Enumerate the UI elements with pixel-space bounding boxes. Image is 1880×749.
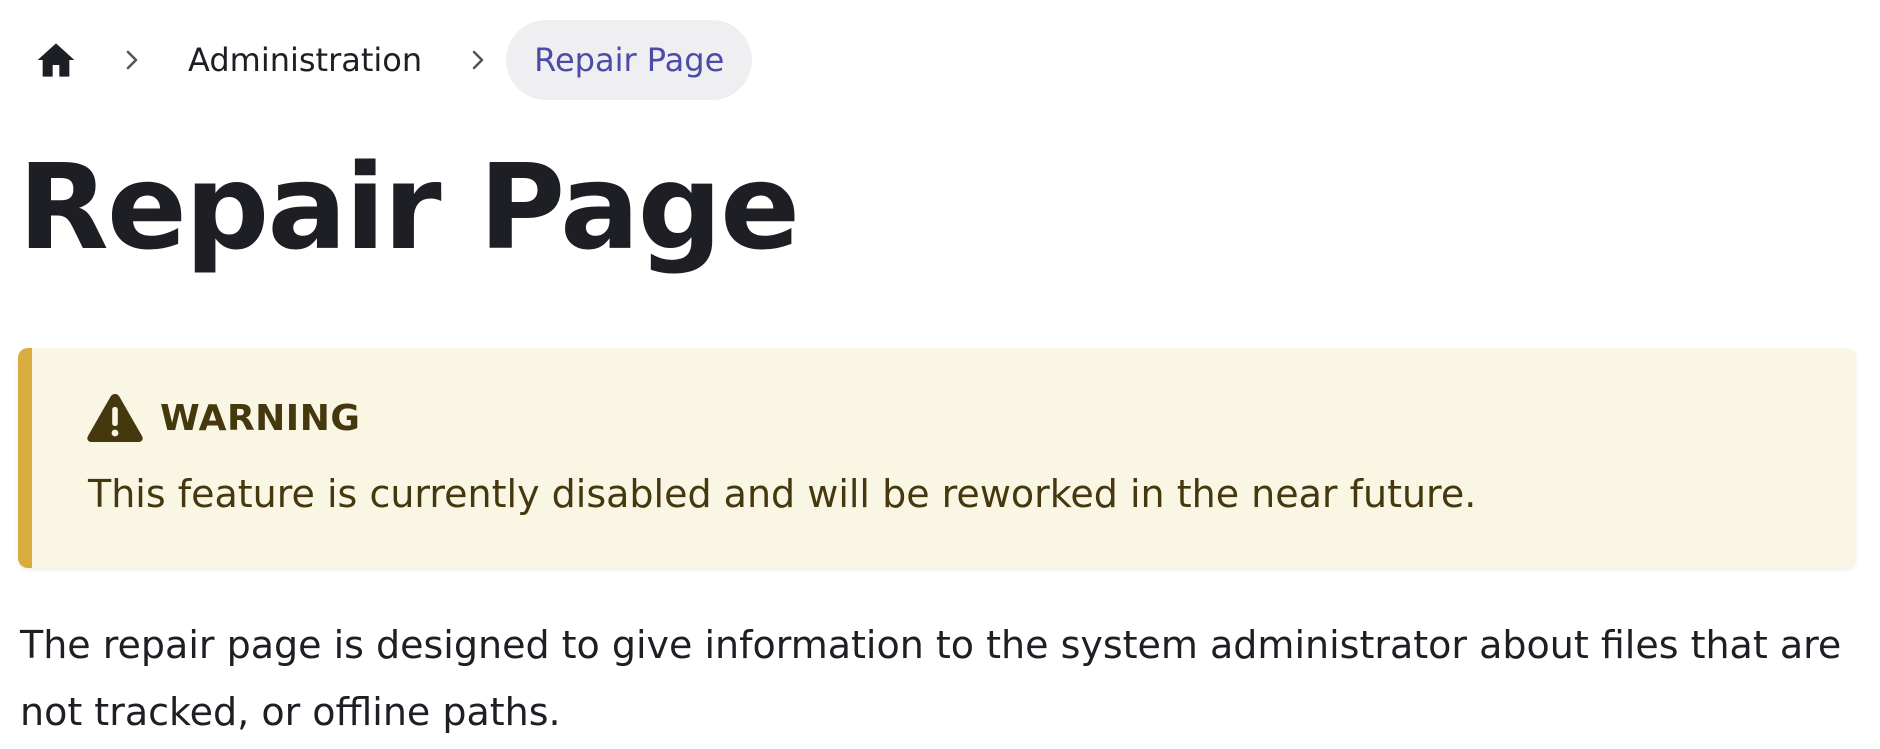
- warning-title: WARNING: [160, 397, 361, 439]
- warning-callout: WARNING This feature is currently disabl…: [18, 348, 1856, 568]
- breadcrumb-item-administration[interactable]: Administration: [182, 41, 428, 79]
- chevron-right-icon: [456, 38, 500, 82]
- warning-message: This feature is currently disabled and w…: [88, 472, 1477, 516]
- chevron-right-icon: [110, 38, 154, 82]
- breadcrumb: Administration Repair Page: [30, 20, 753, 100]
- page: Administration Repair Page Repair Page W…: [0, 0, 1880, 749]
- warning-triangle-icon: [87, 394, 143, 442]
- page-description: The repair page is designed to give info…: [20, 623, 1842, 734]
- breadcrumb-item-current[interactable]: Repair Page: [506, 20, 753, 100]
- page-title: Repair Page: [18, 138, 800, 276]
- home-icon: [37, 43, 75, 77]
- breadcrumb-home[interactable]: [30, 34, 82, 86]
- warning-header: WARNING: [86, 390, 360, 446]
